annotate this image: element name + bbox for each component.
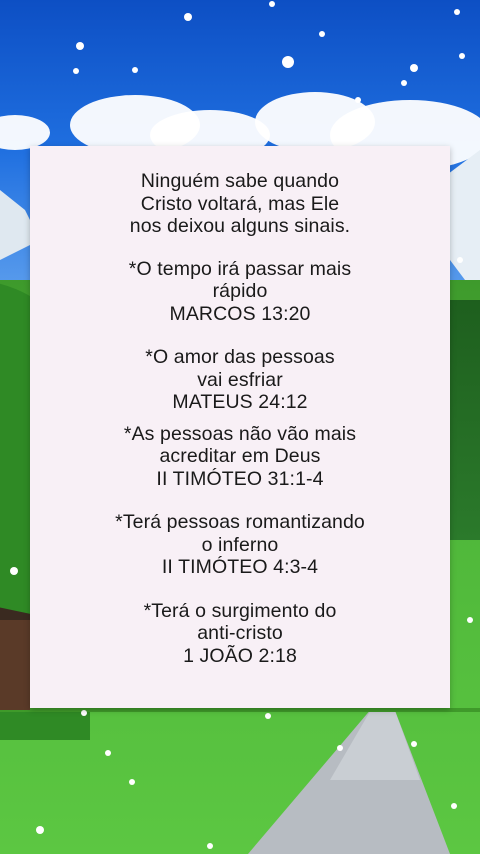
sign-line: anti-cristo	[197, 622, 283, 644]
sign-item: *O amor das pessoas vai esfriar MATEUS 2…	[30, 346, 450, 414]
intro-line: Ninguém sabe quando	[140, 170, 340, 192]
sign-line: rápido	[212, 280, 268, 302]
sign-line: *Terá o surgimento do	[143, 599, 337, 622]
sign-item: *As pessoas não vão mais acreditar em De…	[30, 423, 450, 491]
sign-line: acreditar em Deus	[159, 445, 321, 467]
intro-paragraph: Ninguém sabe quando Cristo voltará, mas …	[30, 170, 450, 238]
bible-reference: MATEUS 24:12	[172, 391, 308, 413]
sign-item: *Terá o surgimento do anti-cristo 1 JOÃO…	[30, 600, 450, 668]
sign-line: *Terá pessoas romantizando	[115, 511, 365, 533]
intro-line: nos deixou alguns sinais.	[129, 215, 351, 237]
message-text: Ninguém sabe quando Cristo voltará, mas …	[30, 170, 450, 667]
sign-item: *O tempo irá passar mais rápido MARCOS 1…	[30, 258, 450, 326]
sign-item: *Terá pessoas romantizando o inferno II …	[30, 511, 450, 579]
bible-reference: 1 JOÃO 2:18	[183, 644, 297, 667]
sign-line: *As pessoas não vão mais	[123, 422, 357, 445]
bible-reference: II TIMÓTEO 31:1-4	[156, 467, 324, 490]
intro-line: Cristo voltará, mas Ele	[140, 192, 340, 215]
sign-line: *O amor das pessoas	[145, 346, 335, 368]
sign-line: vai esfriar	[197, 368, 283, 391]
bible-reference: II TIMÓTEO 4:3-4	[161, 556, 319, 578]
sign-line: *O tempo irá passar mais	[128, 257, 352, 280]
bible-reference: MARCOS 13:20	[169, 302, 311, 325]
message-card: Ninguém sabe quando Cristo voltará, mas …	[30, 146, 450, 708]
sign-line: o inferno	[201, 533, 279, 556]
